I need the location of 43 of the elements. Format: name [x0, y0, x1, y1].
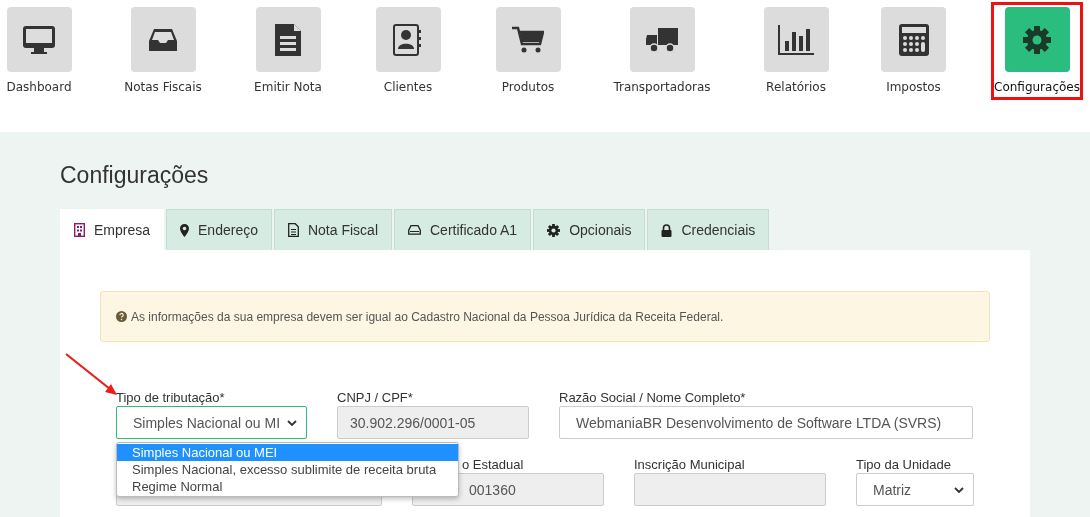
drive-icon: [408, 225, 421, 235]
field-label: Razão Social / Nome Completo*: [559, 390, 747, 405]
chevron-down-icon: [287, 419, 297, 426]
calculator-icon: [898, 23, 929, 56]
page-title: Configurações: [60, 162, 210, 189]
field-label: CNPJ / CPF*: [337, 390, 414, 405]
alert-text: As informações da sua empresa devem ser igual ao Cadastro Nacional da Pessoa Jurídica da Receita Federal.: [131, 309, 724, 324]
tab[interactable]: Empresa: [60, 209, 165, 250]
input-field[interactable]: [634, 473, 826, 506]
building-icon: [74, 223, 85, 237]
field-label: Tipo da Unidade: [856, 457, 952, 472]
map-marker-icon: [180, 223, 190, 237]
question-circle-icon: [116, 311, 127, 322]
annotation-arrow: [64, 352, 118, 396]
bar-chart-icon: [778, 24, 814, 55]
field-label: Inscrição Municipal: [634, 457, 746, 472]
address-book-icon: [393, 23, 423, 56]
input-field[interactable]: 30.902.296/0001-05: [337, 406, 529, 439]
input-field[interactable]: WebmaniaBR Desenvolvimento de Software LTDA (SVRS): [559, 406, 973, 439]
tab[interactable]: Endereço: [166, 209, 272, 250]
lock-icon: [661, 223, 673, 237]
document-icon: [274, 23, 302, 56]
nav-item[interactable]: Impostos: [836, 7, 991, 101]
tab[interactable]: Certificado A1: [394, 209, 532, 250]
gear-icon: [547, 223, 561, 237]
field-label: Tipo de tributação*: [116, 390, 226, 405]
settings-icon: [1023, 25, 1051, 54]
tab[interactable]: Nota Fiscal: [273, 209, 392, 250]
monitor-icon: [22, 24, 56, 55]
tray-icon: [149, 27, 177, 52]
select-field[interactable]: Simples Nacional ou MI: [116, 406, 307, 439]
chevron-down-icon: [954, 486, 964, 493]
tab[interactable]: Credenciais: [647, 209, 770, 250]
truck-icon: [646, 26, 678, 53]
nav-item[interactable]: Configurações: [991, 2, 1083, 100]
tab[interactable]: Opcionais: [533, 209, 646, 250]
select-field[interactable]: Matriz: [856, 473, 974, 506]
nav-item[interactable]: Transportadoras: [568, 7, 756, 101]
nav-item[interactable]: Clientes: [328, 7, 488, 101]
field-label: o Estadual: [462, 457, 524, 472]
nav-item[interactable]: Notas Fiscais: [78, 7, 248, 101]
file-icon: [287, 223, 299, 237]
cart-icon: [512, 25, 544, 54]
